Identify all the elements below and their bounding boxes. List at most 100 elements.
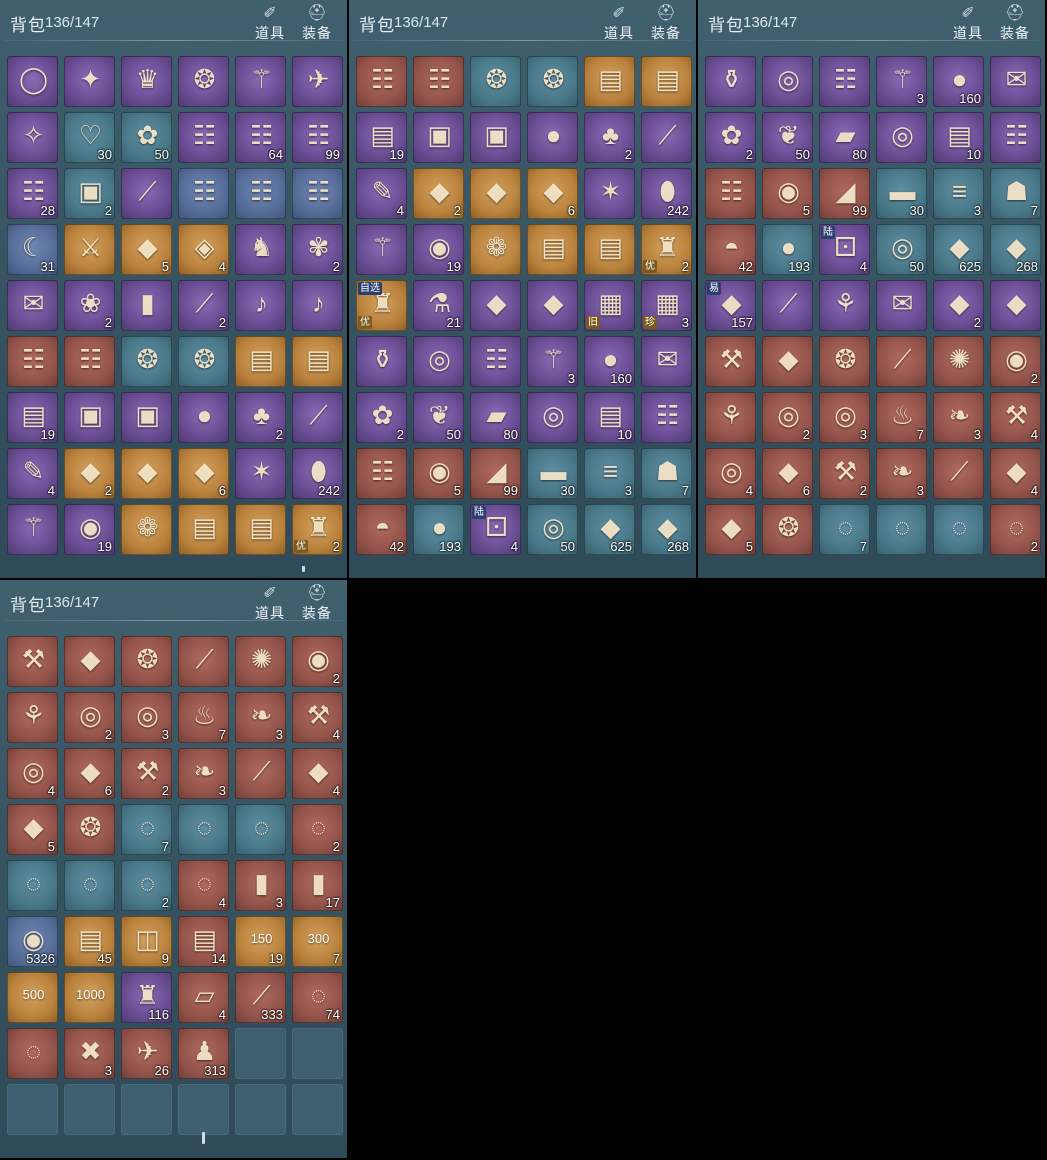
item-slot[interactable]: ✎ 4 [356,168,407,219]
item-slot[interactable]: ≡ 3 [933,168,984,219]
item-slot[interactable]: ◆ 268 [641,504,692,555]
item-slot[interactable]: ⚒ [7,636,58,687]
item-slot[interactable]: ◎ [413,336,464,387]
item-slot[interactable]: ◓ 42 [356,504,407,555]
item-slot[interactable]: ● 160 [584,336,635,387]
item-slot[interactable]: ▮ 3 [235,860,286,911]
item-slot[interactable]: ▰ 80 [470,392,521,443]
item-slot[interactable]: ❁ [121,504,172,555]
item-slot[interactable]: ◌ [64,860,115,911]
item-slot[interactable]: ⟋ [292,392,343,443]
item-slot[interactable]: ♟ 313 [178,1028,229,1079]
item-slot[interactable]: ▬ 30 [876,168,927,219]
item-slot[interactable]: ⚚ [356,224,407,275]
item-slot[interactable]: ☷ [356,56,407,107]
item-slot[interactable]: ❂ [819,336,870,387]
item-slot[interactable]: ✖ 3 [64,1028,115,1079]
item-slot[interactable]: ◆ 6 [64,748,115,799]
item-slot[interactable]: ◌ 2 [990,504,1041,555]
item-slot[interactable]: ⚔ [64,224,115,275]
item-slot[interactable]: ◆ 6 [178,448,229,499]
item-slot[interactable]: ☗ 7 [641,448,692,499]
item-slot[interactable]: ◉ 19 [413,224,464,275]
item-slot[interactable]: ▱ 4 [178,972,229,1023]
item-slot[interactable]: ✉ [876,280,927,331]
item-slot[interactable]: ▣ [470,112,521,163]
item-slot[interactable]: ◉ 5326 [7,916,58,967]
item-slot[interactable]: ▮ [121,280,172,331]
item-slot[interactable]: ♨ 7 [876,392,927,443]
item-slot[interactable]: ◎ 50 [527,504,578,555]
item-slot[interactable]: ◆ [470,168,521,219]
item-slot[interactable]: ✿ 2 [705,112,756,163]
item-slot[interactable]: ◯ [7,56,58,107]
item-slot[interactable]: ⚘ [7,692,58,743]
item-slot[interactable]: ☷ [64,336,115,387]
item-slot[interactable]: ◆ [64,636,115,687]
tab-equipment[interactable]: ⛑ 装备 [646,4,686,41]
item-slot[interactable]: ❂ [178,56,229,107]
item-slot[interactable]: ◎ [762,56,813,107]
item-slot[interactable]: ⚀ 陆 4 [470,504,521,555]
item-slot[interactable]: ▣ [121,392,172,443]
item-slot[interactable]: ◎ [527,392,578,443]
item-slot[interactable]: ⟋ 2 [178,280,229,331]
item-slot[interactable]: ● 193 [762,224,813,275]
item-slot[interactable]: ▤ [641,56,692,107]
item-slot[interactable]: ▤ 19 [356,112,407,163]
item-slot[interactable]: ✉ [990,56,1041,107]
item-slot[interactable]: ◌ [7,1028,58,1079]
item-slot[interactable]: ❦ 50 [413,392,464,443]
item-slot[interactable]: ◉ 5 [413,448,464,499]
item-slot[interactable]: 1000 [64,972,115,1023]
item-slot[interactable]: ❧ 3 [933,392,984,443]
tab-items[interactable]: ✐ 道具 [250,4,290,41]
item-slot[interactable]: ▰ 80 [819,112,870,163]
item-slot[interactable]: ◌ [7,860,58,911]
item-slot[interactable]: ❂ [470,56,521,107]
item-slot[interactable]: ❦ 50 [762,112,813,163]
item-slot[interactable]: ☷ [178,168,229,219]
item-slot[interactable]: 300 7 [292,916,343,967]
item-slot[interactable]: ▬ 30 [527,448,578,499]
item-slot[interactable]: ✶ [235,448,286,499]
item-slot[interactable]: ⬮ 242 [292,448,343,499]
item-slot[interactable]: ◆ 4 [292,748,343,799]
item-slot[interactable]: ⚚ [235,56,286,107]
item-slot[interactable]: ❂ [178,336,229,387]
item-slot[interactable]: ◌ [876,504,927,555]
item-slot[interactable]: ◆ [470,280,521,331]
item-slot[interactable]: ♪ [292,280,343,331]
item-slot[interactable]: ◢ 99 [819,168,870,219]
item-slot[interactable]: ◆ 625 [584,504,635,555]
item-slot[interactable]: ♛ [121,56,172,107]
item-slot[interactable]: ◆ [527,280,578,331]
item-slot[interactable]: 500 [7,972,58,1023]
item-slot[interactable]: ✶ [584,168,635,219]
item-slot[interactable]: ⟋ [641,112,692,163]
tab-equipment[interactable]: ⛑ 装备 [995,4,1035,41]
item-slot[interactable]: ♜ 116 [121,972,172,1023]
item-slot[interactable]: ◆ 4 [990,448,1041,499]
item-slot[interactable]: ◆ 易 157 [705,280,756,331]
item-slot[interactable]: ⟋ [121,168,172,219]
item-slot[interactable]: ⚗ 21 [413,280,464,331]
item-slot[interactable]: ✺ [933,336,984,387]
item-slot[interactable]: ☷ [413,56,464,107]
item-slot[interactable]: 150 19 [235,916,286,967]
item-slot[interactable]: ♜ 优 2 [641,224,692,275]
item-slot[interactable]: ▦ 珍 3 [641,280,692,331]
item-slot[interactable]: ⬮ 242 [641,168,692,219]
item-slot[interactable]: ◆ [762,336,813,387]
item-slot[interactable]: ● [178,392,229,443]
item-slot[interactable]: ♨ 7 [178,692,229,743]
item-slot[interactable]: ❧ 3 [178,748,229,799]
item-slot[interactable]: ☷ [356,448,407,499]
item-slot[interactable]: ❧ 3 [235,692,286,743]
item-slot[interactable]: ◆ [990,280,1041,331]
item-slot[interactable]: ▤ 14 [178,916,229,967]
item-slot[interactable]: ▣ [64,392,115,443]
item-slot[interactable]: ⚚ [7,504,58,555]
item-slot[interactable]: ☷ [990,112,1041,163]
item-slot[interactable]: ● 193 [413,504,464,555]
